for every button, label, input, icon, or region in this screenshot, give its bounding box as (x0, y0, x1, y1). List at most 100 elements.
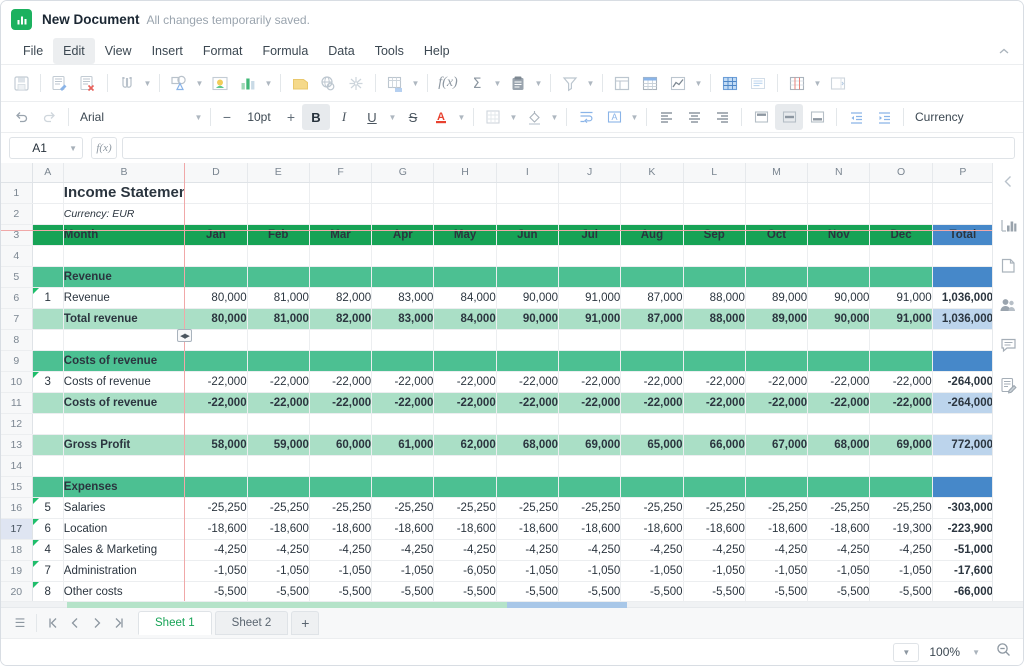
cell[interactable]: -22,000 (434, 392, 496, 413)
cell[interactable] (247, 413, 309, 434)
cell[interactable]: 80,000 (185, 287, 247, 308)
cell[interactable]: -18,600 (372, 518, 434, 539)
cell[interactable] (932, 329, 992, 350)
row-header-18[interactable]: 18 (1, 539, 32, 560)
cell[interactable]: -25,250 (808, 497, 870, 518)
column-header-F[interactable]: F (309, 163, 371, 182)
row-header-11[interactable]: 11 (1, 392, 32, 413)
table-row[interactable]: 8 (1, 329, 992, 350)
wrap-text-icon[interactable] (572, 104, 600, 130)
cell[interactable] (870, 329, 932, 350)
cell[interactable] (372, 182, 434, 203)
cell[interactable]: Nov (808, 224, 870, 245)
cell[interactable] (745, 455, 807, 476)
table-row[interactable]: 4 (1, 245, 992, 266)
menu-help[interactable]: Help (414, 38, 460, 64)
column-header-B[interactable]: B (63, 163, 185, 182)
cell[interactable] (932, 182, 992, 203)
page-settings-icon[interactable] (995, 252, 1021, 278)
cell[interactable]: 90,000 (496, 308, 558, 329)
cell[interactable]: 90,000 (808, 308, 870, 329)
cell[interactable] (870, 266, 932, 287)
cell[interactable] (745, 245, 807, 266)
cell[interactable]: -22,000 (745, 392, 807, 413)
cell[interactable] (372, 476, 434, 497)
cell[interactable]: Sales & Marketing (63, 539, 185, 560)
table-row[interactable]: 184Sales & Marketing-4,250-4,250-4,250-4… (1, 539, 992, 560)
filter-dropdown-icon[interactable]: ▼ (584, 70, 597, 96)
cell[interactable]: -18,600 (808, 518, 870, 539)
cell[interactable]: Costs of revenue (63, 350, 185, 371)
cell[interactable]: -1,050 (808, 560, 870, 581)
cell[interactable] (559, 245, 621, 266)
cell[interactable]: -25,250 (185, 497, 247, 518)
filter-icon[interactable] (556, 70, 584, 96)
cell[interactable]: -18,600 (683, 518, 745, 539)
cell[interactable] (621, 455, 683, 476)
cell[interactable]: 89,000 (745, 287, 807, 308)
valign-top-icon[interactable] (747, 104, 775, 130)
cell[interactable] (496, 203, 558, 224)
table-row[interactable]: 165Salaries-25,250-25,250-25,250-25,250-… (1, 497, 992, 518)
underline-button[interactable]: U (358, 104, 386, 130)
cell[interactable] (745, 182, 807, 203)
cell[interactable]: -18,600 (309, 518, 371, 539)
cell[interactable]: -18,600 (621, 518, 683, 539)
cell[interactable]: -22,000 (808, 371, 870, 392)
cell[interactable]: -1,050 (559, 560, 621, 581)
cell[interactable] (247, 266, 309, 287)
table-row[interactable]: 176Location-18,600-18,600-18,600-18,600-… (1, 518, 992, 539)
cell[interactable]: 81,000 (247, 308, 309, 329)
cell[interactable] (932, 266, 992, 287)
cell[interactable] (559, 203, 621, 224)
cell[interactable] (870, 203, 932, 224)
cell[interactable]: -18,600 (559, 518, 621, 539)
cell[interactable]: 88,000 (683, 308, 745, 329)
cell[interactable]: Currency: EUR (63, 203, 185, 224)
cell[interactable]: Oct (745, 224, 807, 245)
zoom-preset-button[interactable]: ▼ (893, 643, 919, 662)
italic-button[interactable]: I (330, 104, 358, 130)
cell[interactable] (309, 203, 371, 224)
cell[interactable] (808, 350, 870, 371)
sparkline-dropdown-icon[interactable]: ▼ (692, 70, 705, 96)
last-sheet-icon[interactable] (108, 612, 130, 634)
cell[interactable]: -22,000 (870, 392, 932, 413)
cell[interactable] (434, 350, 496, 371)
cell[interactable]: -25,250 (247, 497, 309, 518)
cell[interactable]: 91,000 (870, 308, 932, 329)
valign-middle-icon[interactable] (775, 104, 803, 130)
cell[interactable] (63, 329, 185, 350)
cell[interactable]: -25,250 (745, 497, 807, 518)
font-color-dropdown-icon[interactable]: ▼ (455, 104, 468, 130)
cell[interactable] (496, 476, 558, 497)
chart-icon[interactable] (234, 70, 262, 96)
font-family-select[interactable]: Arial (74, 106, 192, 128)
row-header-17[interactable]: 17 (1, 518, 32, 539)
bold-button[interactable]: B (302, 104, 330, 130)
cell[interactable]: 58,000 (185, 434, 247, 455)
cell[interactable]: -25,250 (434, 497, 496, 518)
text-rotation-icon[interactable]: A (600, 104, 628, 130)
cell[interactable]: -22,000 (185, 371, 247, 392)
table-row[interactable]: 197Administration-1,050-1,050-1,050-1,05… (1, 560, 992, 581)
cell[interactable] (185, 203, 247, 224)
cell[interactable] (32, 350, 63, 371)
cell[interactable] (808, 413, 870, 434)
cell[interactable] (32, 182, 63, 203)
cell[interactable]: 66,000 (683, 434, 745, 455)
cell[interactable]: 8 (32, 581, 63, 601)
slicer-icon[interactable] (824, 70, 852, 96)
cell[interactable]: 6 (32, 518, 63, 539)
row-header-9[interactable]: 9 (1, 350, 32, 371)
cell[interactable]: Jul (559, 224, 621, 245)
clear-format-icon[interactable] (74, 70, 102, 96)
cell[interactable]: -1,050 (621, 560, 683, 581)
cell[interactable]: -51,000 (932, 539, 992, 560)
row-header-4[interactable]: 4 (1, 245, 32, 266)
cell[interactable] (870, 350, 932, 371)
cell[interactable]: 1,036,000 (932, 287, 992, 308)
align-left-icon[interactable] (652, 104, 680, 130)
cell[interactable] (32, 266, 63, 287)
cell[interactable]: Expenses (63, 476, 185, 497)
